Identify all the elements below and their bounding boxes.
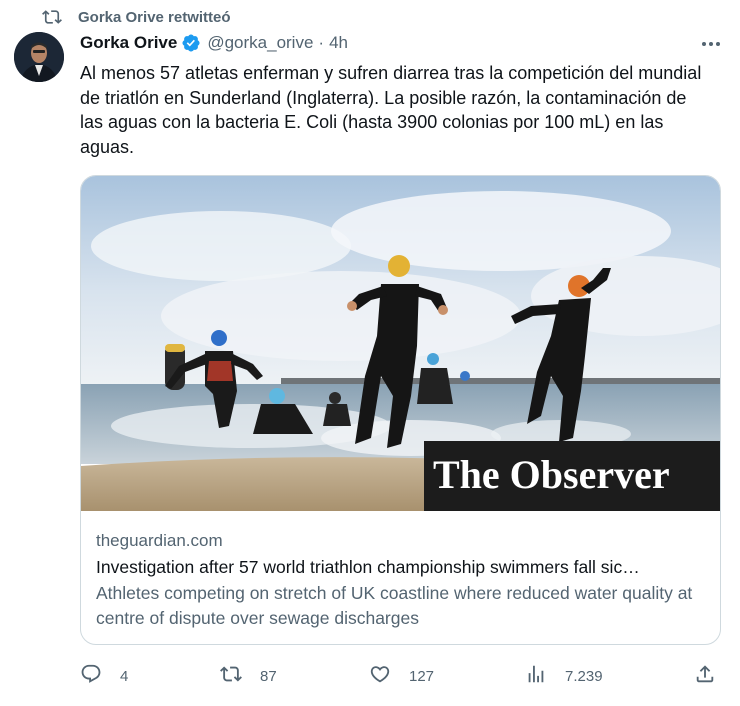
share-button[interactable] bbox=[694, 664, 716, 688]
retweet-header-text[interactable]: Gorka Orive retwitteó bbox=[78, 9, 231, 26]
reply-count: 4 bbox=[120, 667, 129, 685]
like-count: 127 bbox=[409, 667, 435, 685]
heart-icon bbox=[369, 663, 391, 690]
link-card[interactable]: The Observer theguardian.com Investigati… bbox=[80, 175, 721, 645]
more-options-button[interactable] bbox=[698, 32, 724, 54]
card-image[interactable]: The Observer bbox=[81, 176, 720, 511]
tweet-text: Al menos 57 atletas enferman y sufren di… bbox=[80, 63, 702, 157]
author-name[interactable]: Gorka Orive bbox=[80, 33, 177, 53]
retweet-header: Gorka Orive retwitteó bbox=[42, 6, 231, 28]
card-description: Athletes competing on stretch of UK coas… bbox=[96, 583, 693, 628]
retweet-count: 87 bbox=[260, 667, 277, 685]
tweet-timestamp[interactable]: 4h bbox=[329, 33, 348, 53]
views-count: 7.239 bbox=[565, 667, 603, 685]
more-icon bbox=[701, 34, 721, 52]
card-domain: theguardian.com bbox=[96, 531, 223, 550]
action-bar: 4 87 127 7.239 bbox=[0, 664, 740, 688]
avatar[interactable] bbox=[14, 32, 64, 82]
card-title[interactable]: Investigation after 57 world triathlon c… bbox=[96, 553, 706, 581]
separator-dot: · bbox=[318, 33, 325, 52]
observer-logo-text: The Observer bbox=[433, 452, 670, 497]
retweet-icon bbox=[220, 663, 242, 690]
reply-button[interactable]: 4 bbox=[80, 664, 128, 688]
share-icon bbox=[694, 663, 716, 690]
verified-badge-icon bbox=[181, 33, 201, 53]
views-chart-icon bbox=[525, 663, 547, 690]
retweet-icon bbox=[42, 7, 62, 27]
views-button[interactable]: 7.239 bbox=[525, 664, 603, 688]
card-meta: theguardian.com Investigation after 57 w… bbox=[96, 529, 706, 631]
tweet-header: Gorka Orive @gorka_orive · 4h bbox=[80, 32, 348, 54]
author-handle[interactable]: @gorka_orive bbox=[207, 33, 313, 53]
like-button[interactable]: 127 bbox=[369, 664, 434, 688]
reply-icon bbox=[80, 663, 102, 690]
retweet-button[interactable]: 87 bbox=[220, 664, 277, 688]
